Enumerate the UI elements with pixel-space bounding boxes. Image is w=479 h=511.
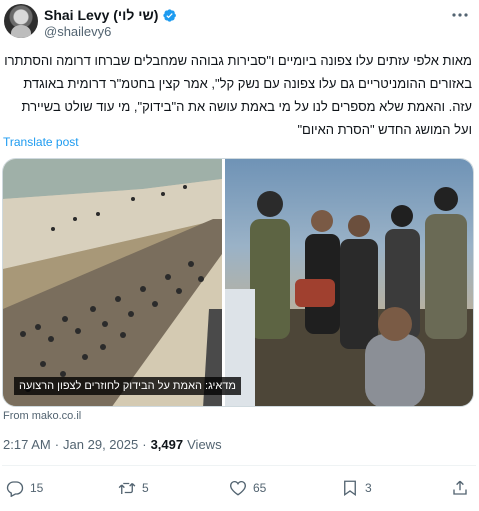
meta-separator: · — [142, 437, 147, 452]
more-icon[interactable] — [449, 6, 471, 24]
share-icon — [453, 480, 467, 495]
share-button[interactable] — [451, 477, 469, 499]
tweet-text: מאות אלפי עזתים עלו צפונה ביומיים ו"סביר… — [4, 53, 472, 137]
reply-button[interactable]: 15 — [6, 477, 43, 499]
bookmark-count: 3 — [365, 481, 372, 495]
tweet-date[interactable]: Jan 29, 2025 — [63, 437, 138, 452]
translate-post-link[interactable]: Translate post — [3, 135, 79, 149]
media-photo-armed-men[interactable] — [225, 159, 473, 406]
like-count: 65 — [253, 481, 267, 495]
author-display-name[interactable]: Shai Levy (שי לוי) — [44, 7, 158, 23]
repost-button[interactable]: 5 — [118, 477, 149, 499]
divider — [2, 465, 476, 466]
crowd-road-image — [3, 159, 222, 406]
action-bar: 15 5 65 3 — [0, 472, 479, 502]
bookmark-button[interactable]: 3 — [341, 477, 372, 499]
views-count: 3,497 — [150, 437, 184, 452]
tweet-header: Shai Levy (שי לוי) @shailevy6 — [0, 0, 479, 42]
reply-icon — [6, 481, 24, 497]
source-link[interactable]: From mako.co.il — [3, 410, 81, 422]
tweet-time[interactable]: 2:17 AM — [3, 437, 51, 452]
author-handle[interactable]: @shailevy6 — [44, 24, 111, 39]
meta-separator: · — [54, 437, 60, 452]
repost-count: 5 — [142, 481, 149, 495]
reply-count: 15 — [30, 481, 44, 495]
armed-men-image — [225, 187, 473, 406]
heart-icon — [230, 480, 246, 496]
repost-icon — [118, 482, 136, 494]
tweet-meta: 2:17 AM · Jan 29, 2025 · 3,497 Views — [3, 437, 222, 452]
views-label: Views — [187, 437, 222, 452]
media-caption: מדאיג: האמת על הבידוק לחוזרים לצפון הרצו… — [14, 377, 241, 395]
avatar[interactable] — [4, 4, 38, 38]
author-name-row[interactable]: Shai Levy (שי לוי) — [44, 6, 177, 24]
bookmark-icon — [344, 480, 356, 497]
media-photo-crowd-road[interactable] — [3, 159, 222, 406]
verified-badge-icon — [163, 8, 177, 22]
media-grid — [2, 158, 474, 407]
like-button[interactable]: 65 — [229, 477, 266, 499]
